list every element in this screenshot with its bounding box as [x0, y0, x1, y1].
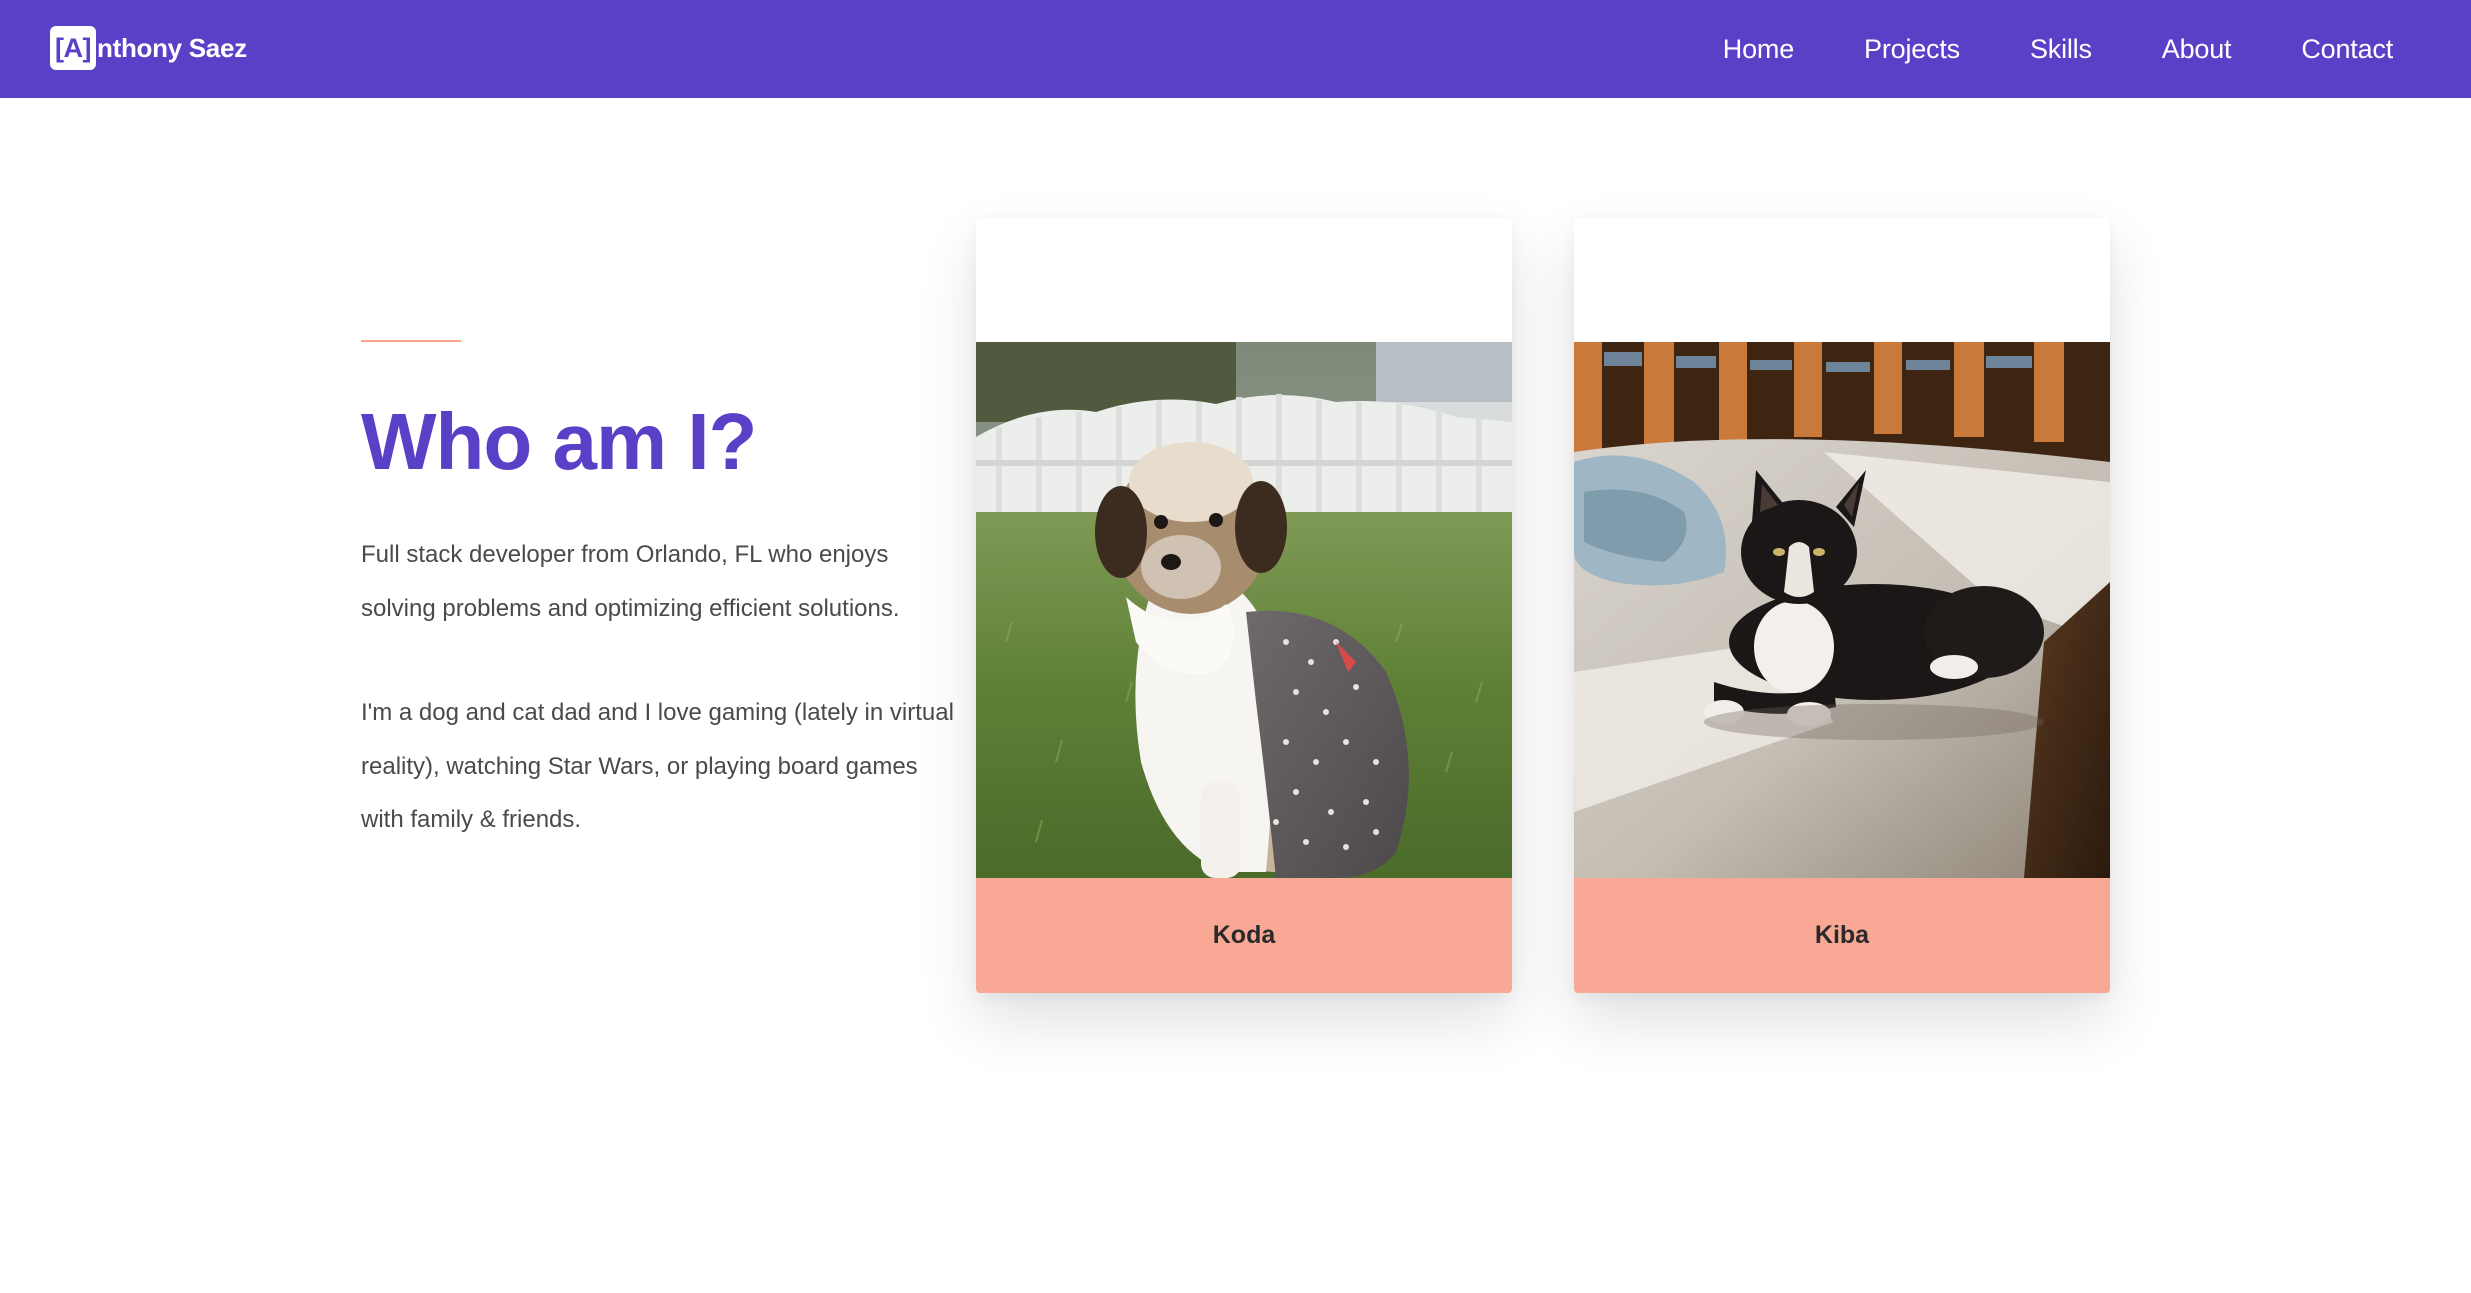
brand-logo[interactable]: [A] nthony Saez: [50, 26, 247, 70]
pet-name-koda: Koda: [976, 878, 1512, 993]
hobbies-paragraph: I'm a dog and cat dad and I love gaming …: [361, 699, 954, 833]
dog-photo: [976, 342, 1512, 878]
pet-name-kiba: Kiba: [1574, 878, 2110, 993]
nav-about[interactable]: About: [2162, 34, 2232, 65]
main-nav: Home Projects Skills About Contact: [1653, 0, 2393, 98]
page-title: Who am I?: [361, 397, 757, 486]
nav-projects[interactable]: Projects: [1864, 34, 1960, 65]
site-header: [A] nthony Saez Home Projects Skills Abo…: [0, 0, 2471, 98]
nav-skills[interactable]: Skills: [2030, 34, 2092, 65]
cat-photo: [1574, 342, 2110, 878]
pet-card-koda: Koda: [976, 218, 1512, 993]
section-accent-line: [361, 340, 461, 342]
brand-name: nthony Saez: [97, 32, 247, 63]
nav-home[interactable]: Home: [1723, 34, 1794, 65]
intro-paragraph: Full stack developer from Orlando, FL wh…: [361, 541, 900, 622]
nav-contact[interactable]: Contact: [2301, 34, 2393, 65]
brand-mark: [A]: [50, 26, 96, 70]
pet-card-kiba: Kiba: [1574, 218, 2110, 993]
